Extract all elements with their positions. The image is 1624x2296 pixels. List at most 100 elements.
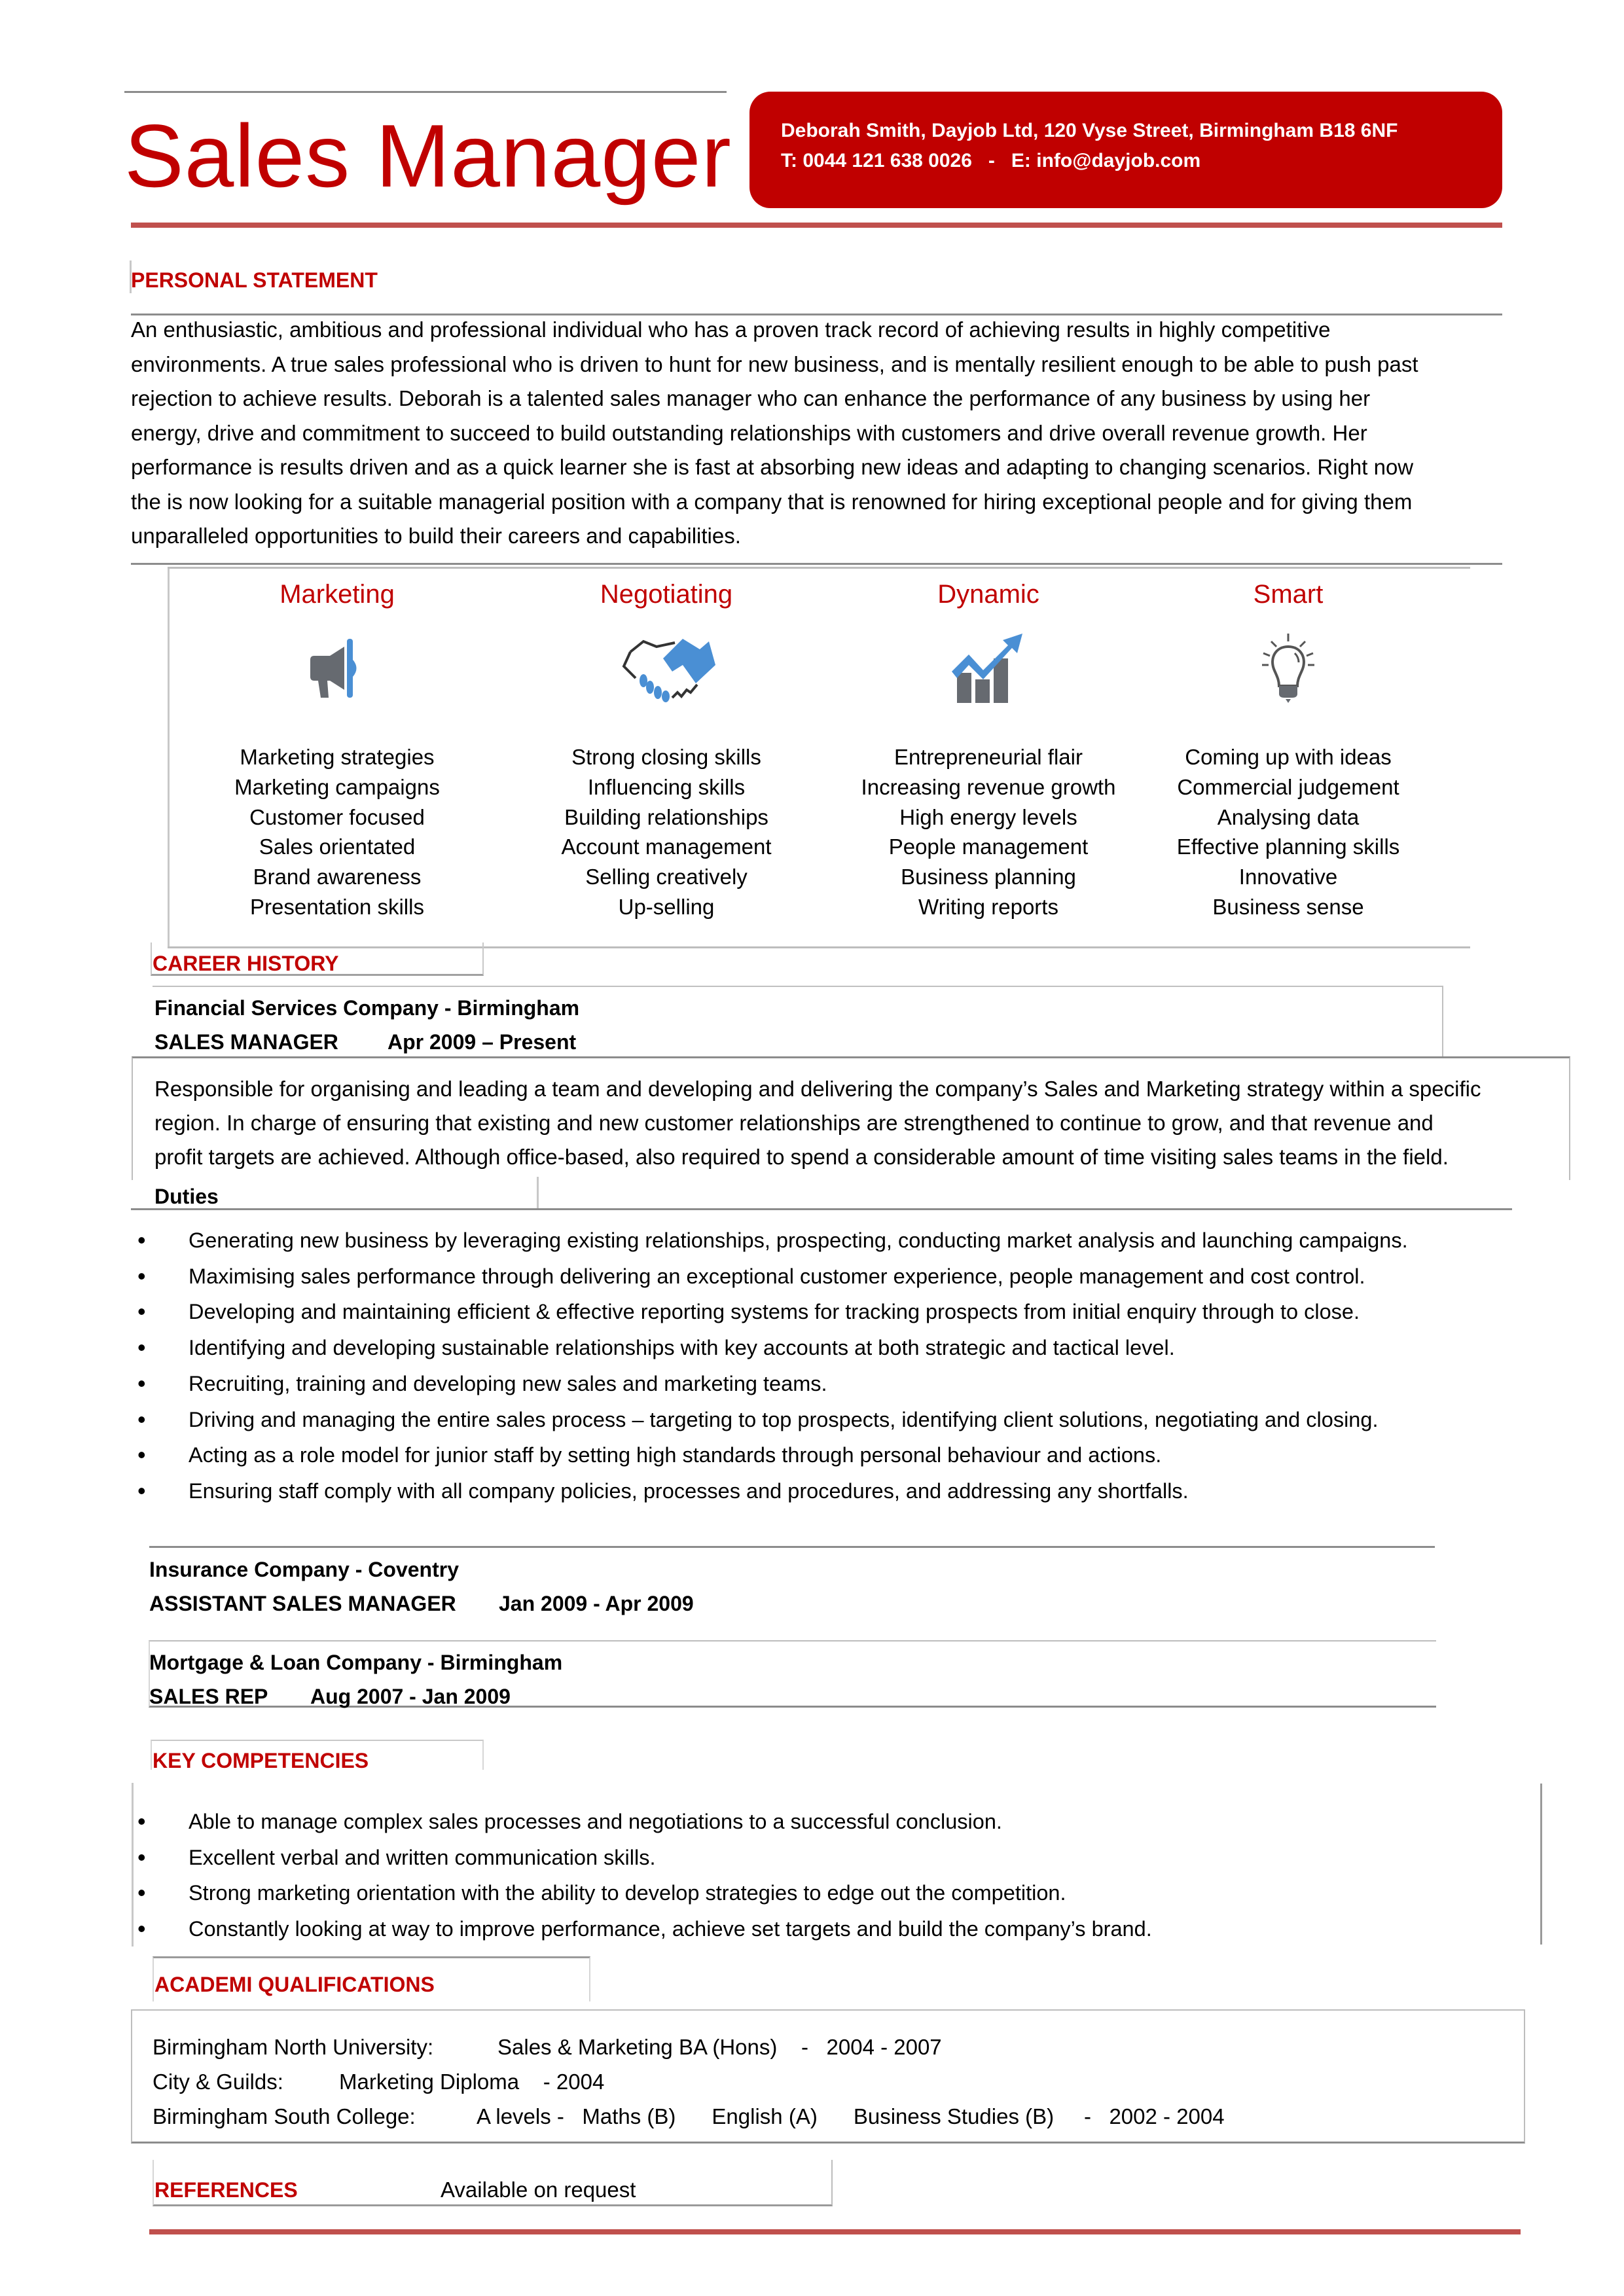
duty-item: Recruiting, training and developing new … (137, 1366, 1408, 1402)
section-heading-qualifications: ACADEMI QUALIFICATIONS (154, 1973, 435, 1996)
statement-line: the is now looking for a suitable manage… (131, 489, 1413, 514)
competency-item: Able to manage complex sales processes a… (137, 1804, 1152, 1840)
skill-column: Marketing (187, 579, 488, 610)
qualification-institution: Birmingham South College: (153, 2104, 416, 2128)
job-company: Insurance Company - Coventry (149, 1558, 459, 1581)
skill-item: Sales orientated (259, 834, 416, 859)
qualification-detail: Marketing Diploma - 2004 (339, 2070, 605, 2094)
duties-frame (537, 1177, 539, 1210)
skill-item: Business planning (901, 865, 1076, 889)
duties-list: Generating new business by leveraging ex… (137, 1223, 1408, 1509)
skill-item: Marketing campaigns (234, 774, 440, 799)
qualification-institution: City & Guilds: (153, 2070, 283, 2094)
megaphone-icon (301, 632, 373, 708)
contact-address: Deborah Smith, Dayjob Ltd, 120 Vyse Stre… (781, 120, 1398, 141)
job-summary-text: Responsible for organising and leading a… (154, 1072, 1481, 1174)
section-heading-references: REFERENCES (154, 2178, 298, 2202)
skills-frame-top (168, 567, 1470, 569)
lightbulb-icon (1255, 632, 1321, 708)
skill-item: Writing reports (918, 894, 1058, 919)
skills-frame-left (168, 567, 170, 946)
competency-item: Excellent verbal and written communicati… (137, 1840, 1152, 1876)
section-heading-key-competencies: KEY COMPETENCIES (153, 1749, 369, 1772)
duty-item: Identifying and developing sustainable r… (137, 1330, 1408, 1366)
job-company: Financial Services Company - Birmingham (154, 996, 580, 1020)
section-heading-personal-statement: PERSONAL STATEMENT (131, 268, 378, 292)
skill-column: Smart (1138, 579, 1439, 610)
skill-item: Account management (561, 834, 772, 859)
duty-item: Maximising sales performance through del… (137, 1259, 1408, 1295)
skill-item: Commercial judgement (1177, 774, 1399, 799)
job-dates: Aug 2007 - Jan 2009 (310, 1685, 511, 1708)
statement-line: performance is results driven and as a q… (131, 455, 1414, 479)
duty-item: Acting as a role model for junior staff … (137, 1437, 1408, 1473)
skill-title: Negotiating (600, 580, 733, 609)
skill-list: Marketing strategies Marketing campaigns C… (187, 742, 488, 922)
skill-column: Negotiating (516, 579, 817, 610)
qualification-institution: Birmingham North University: (153, 2035, 434, 2059)
statement-line: rejection to achieve results. Deborah is… (131, 386, 1371, 410)
skill-item: Brand awareness (253, 865, 422, 889)
statement-line: environments. A true sales professional … (131, 351, 1418, 376)
summary-line: Responsible for organising and leading a… (154, 1077, 1481, 1101)
skill-item: Customer focused (249, 804, 425, 829)
skill-item: Innovative (1238, 865, 1338, 889)
personal-statement-text: An enthusiastic, ambitious and professio… (131, 313, 1418, 554)
skill-item: People management (888, 834, 1089, 859)
divider (131, 563, 1502, 565)
job-company: Mortgage & Loan Company - Birmingham (149, 1651, 563, 1674)
skill-item: Analysing data (1217, 804, 1360, 829)
skill-title: Marketing (280, 580, 395, 609)
skill-item: Entrepreneurial flair (894, 745, 1083, 769)
skill-item: Strong closing skills (571, 745, 761, 769)
skill-title: Smart (1253, 580, 1324, 609)
competency-item: Strong marketing orientation with the ab… (137, 1875, 1152, 1911)
section-heading-career-history: CAREER HISTORY (153, 952, 339, 975)
qualification-detail: Sales & Marketing BA (Hons) - 2004 - 200… (497, 2035, 942, 2059)
duty-item: Driving and managing the entire sales pr… (137, 1402, 1408, 1438)
qualification-detail: A levels - Maths (B) English (A) Busines… (477, 2104, 1225, 2128)
handshake-icon (617, 632, 715, 708)
divider (131, 1208, 1512, 1210)
skill-title: Dynamic (937, 580, 1039, 609)
duty-item: Developing and maintaining efficient & e… (137, 1294, 1408, 1330)
duties-label: Duties (154, 1185, 219, 1208)
contact-phone-email: T: 0044 121 638 0026 - E: info@dayjob.co… (781, 150, 1201, 171)
job-dates: Apr 2009 – Present (388, 1030, 577, 1054)
summary-line: profit targets are achieved. Although of… (154, 1145, 1449, 1169)
summary-line: region. In charge of ensuring that exist… (154, 1111, 1434, 1135)
divider (149, 1546, 1435, 1548)
job-role: ASSISTANT SALES MANAGER (149, 1592, 456, 1615)
skill-item: High energy levels (899, 804, 1077, 829)
competencies-frame-right (1540, 1784, 1542, 1945)
skill-list: Coming up with ideas Commercial judgement… (1138, 742, 1439, 922)
skill-item: Presentation skills (250, 894, 424, 919)
job-dates: Jan 2009 - Apr 2009 (499, 1592, 694, 1615)
competencies-frame-left (132, 1783, 134, 1946)
skill-item: Influencing skills (587, 774, 746, 799)
skill-item: Marketing strategies (240, 745, 435, 769)
references-value: Available on request (441, 2178, 636, 2202)
duty-item: Generating new business by leveraging ex… (137, 1223, 1408, 1259)
header-bottom-rule (131, 223, 1502, 228)
growth-chart-icon (949, 632, 1028, 708)
skill-item: Business sense (1212, 894, 1364, 919)
job-role: SALES REP (149, 1685, 268, 1708)
statement-line: unparalleled opportunities to build thei… (131, 524, 741, 548)
skill-list: Entrepreneurial flair Increasing revenue … (838, 742, 1139, 922)
skill-item: Building relationships (564, 804, 768, 829)
skill-item: Selling creatively (585, 865, 748, 889)
footer-rule (149, 2229, 1521, 2234)
page-title: Sales Manager (124, 106, 732, 206)
contact-box: Deborah Smith, Dayjob Ltd, 120 Vyse Stre… (749, 92, 1502, 208)
skill-item: Effective planning skills (1176, 834, 1400, 859)
job-role: SALES MANAGER (154, 1030, 338, 1054)
competency-item: Constantly looking at way to improve per… (137, 1911, 1152, 1947)
skill-item: Increasing revenue growth (861, 774, 1116, 799)
statement-line: energy, drive and commitment to succeed … (131, 420, 1367, 445)
duty-item: Ensuring staff comply with all company p… (137, 1473, 1408, 1509)
competencies-list: Able to manage complex sales processes a… (137, 1804, 1152, 1946)
skill-column: Dynamic (838, 579, 1139, 610)
statement-line: An enthusiastic, ambitious and professio… (131, 317, 1331, 342)
skill-item: Coming up with ideas (1185, 745, 1392, 769)
